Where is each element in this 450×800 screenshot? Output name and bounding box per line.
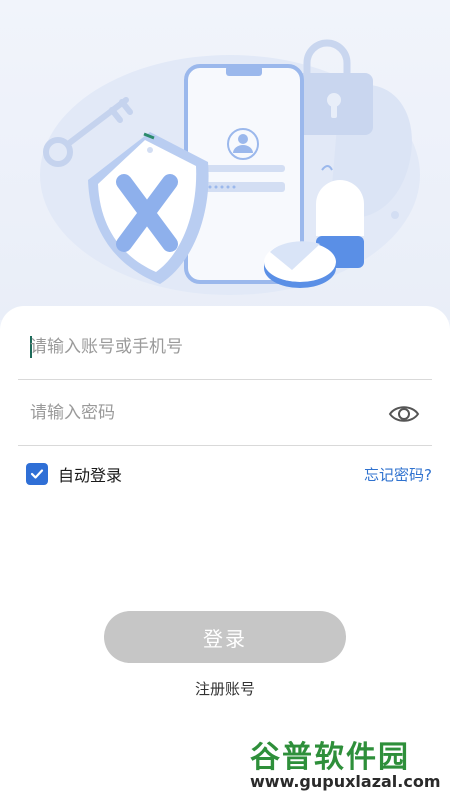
user-avatar-icon xyxy=(227,128,259,160)
watermark-title: 谷普软件园 xyxy=(250,740,410,775)
auto-login-label: 自动登录 xyxy=(58,466,123,485)
login-button[interactable]: 登录 xyxy=(104,611,346,663)
login-card: 自动登录 忘记密码? 登录 注册账号 xyxy=(0,306,450,800)
auto-login-toggle[interactable]: 自动登录 xyxy=(26,462,122,486)
auto-login-checkbox[interactable] xyxy=(26,463,48,485)
lock-icon xyxy=(295,39,373,135)
account-input[interactable] xyxy=(30,330,370,364)
check-icon xyxy=(30,469,44,479)
register-link[interactable]: 注册账号 xyxy=(0,678,450,699)
forgot-password-link[interactable]: 忘记密码? xyxy=(364,464,432,485)
eye-icon[interactable] xyxy=(388,398,420,430)
hero-illustration xyxy=(0,0,450,320)
security-illustration xyxy=(40,39,420,295)
password-field xyxy=(18,380,432,446)
watermark-url: www.gupuxlazal.com xyxy=(250,772,441,791)
account-field xyxy=(18,314,432,380)
password-input[interactable] xyxy=(30,396,370,430)
watermark: 谷普软件园 www.gupuxlazal.com xyxy=(244,730,446,796)
